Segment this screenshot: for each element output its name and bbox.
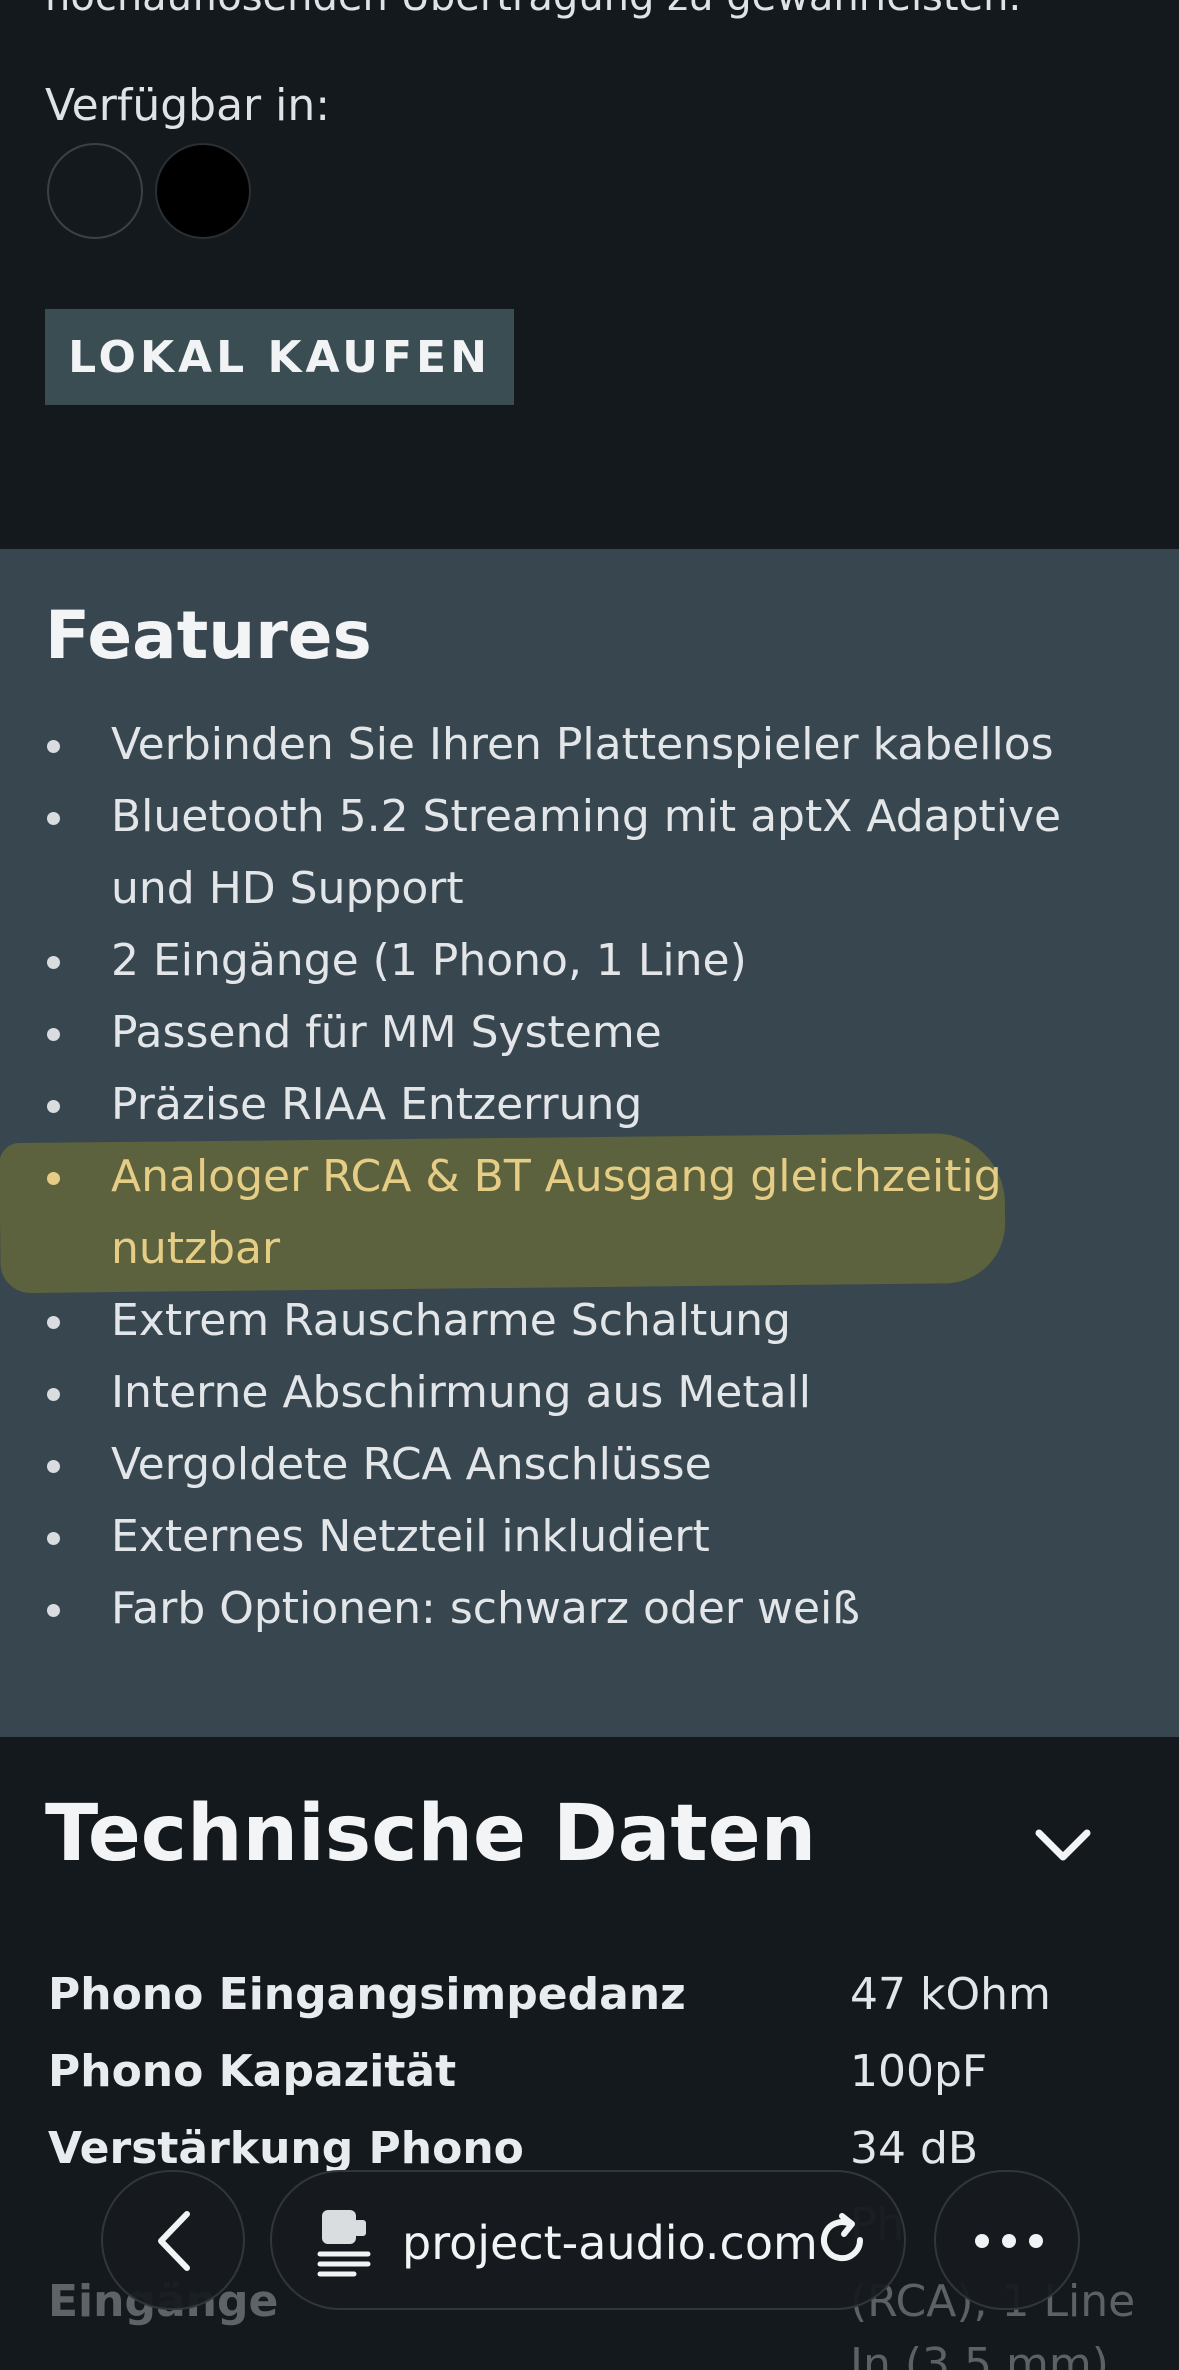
feature-item: Extrem Rauscharme Schaltung bbox=[45, 1285, 1155, 1357]
feature-item: Vergoldete RCA Anschlüsse bbox=[45, 1429, 1155, 1501]
spec-key: Phono Kapazität bbox=[48, 2046, 457, 2097]
color-swatch-dark[interactable] bbox=[47, 143, 143, 239]
chevron-down-icon[interactable] bbox=[1033, 1825, 1093, 1865]
more-button[interactable] bbox=[934, 2170, 1080, 2310]
color-swatch-black[interactable] bbox=[155, 143, 251, 239]
spec-value: 47 kOhm bbox=[850, 1969, 1051, 2020]
features-section: Features Verbinden Sie Ihren Plattenspie… bbox=[0, 549, 1179, 1737]
description-text-fragment: hochauflösenden Übertragung zu gewährlei… bbox=[45, 0, 1021, 20]
feature-item: Externes Netzteil inkludiert bbox=[45, 1501, 1155, 1573]
technical-data-title[interactable]: Technische Daten bbox=[45, 1789, 816, 1879]
feature-item: Passend für MM Systeme bbox=[45, 997, 1155, 1069]
spec-value: 100pF bbox=[850, 2046, 988, 2097]
back-button[interactable] bbox=[101, 2170, 245, 2310]
feature-item: 2 Eingänge (1 Phono, 1 Line) bbox=[45, 925, 1155, 997]
more-icon bbox=[975, 2234, 1043, 2248]
url-bar[interactable]: project-audio.com bbox=[270, 2170, 906, 2310]
spec-value: In (3,5 mm) bbox=[850, 2339, 1109, 2370]
reload-icon[interactable] bbox=[812, 2210, 872, 2270]
url-text: project-audio.com bbox=[402, 2216, 818, 2270]
buy-locally-button[interactable]: LOKAL KAUFEN bbox=[45, 309, 514, 405]
feature-item: Präzise RIAA Entzerrung bbox=[45, 1069, 1155, 1141]
feature-item: Interne Abschirmung aus Metall bbox=[45, 1357, 1155, 1429]
spec-key: Phono Eingangsimpedanz bbox=[48, 1969, 686, 2020]
feature-item: Bluetooth 5.2 Streaming mit aptX Adaptiv… bbox=[45, 781, 1155, 925]
page-menu-icon bbox=[317, 2210, 371, 2277]
browser-toolbar: project-audio.com bbox=[0, 2160, 1179, 2320]
feature-item: Verbinden Sie Ihren Plattenspieler kabel… bbox=[45, 709, 1155, 781]
feature-item-highlighted: Analoger RCA & BT Ausgang gleichzeitig n… bbox=[45, 1141, 1155, 1285]
feature-item: Farb Optionen: schwarz oder weiß bbox=[45, 1573, 1155, 1645]
available-label: Verfügbar in: bbox=[45, 80, 331, 131]
features-title: Features bbox=[45, 597, 372, 674]
product-purchase-section: hochauflösenden Übertragung zu gewährlei… bbox=[0, 0, 1179, 549]
back-chevron-icon bbox=[158, 2211, 190, 2271]
features-list: Verbinden Sie Ihren Plattenspieler kabel… bbox=[45, 709, 1155, 1645]
